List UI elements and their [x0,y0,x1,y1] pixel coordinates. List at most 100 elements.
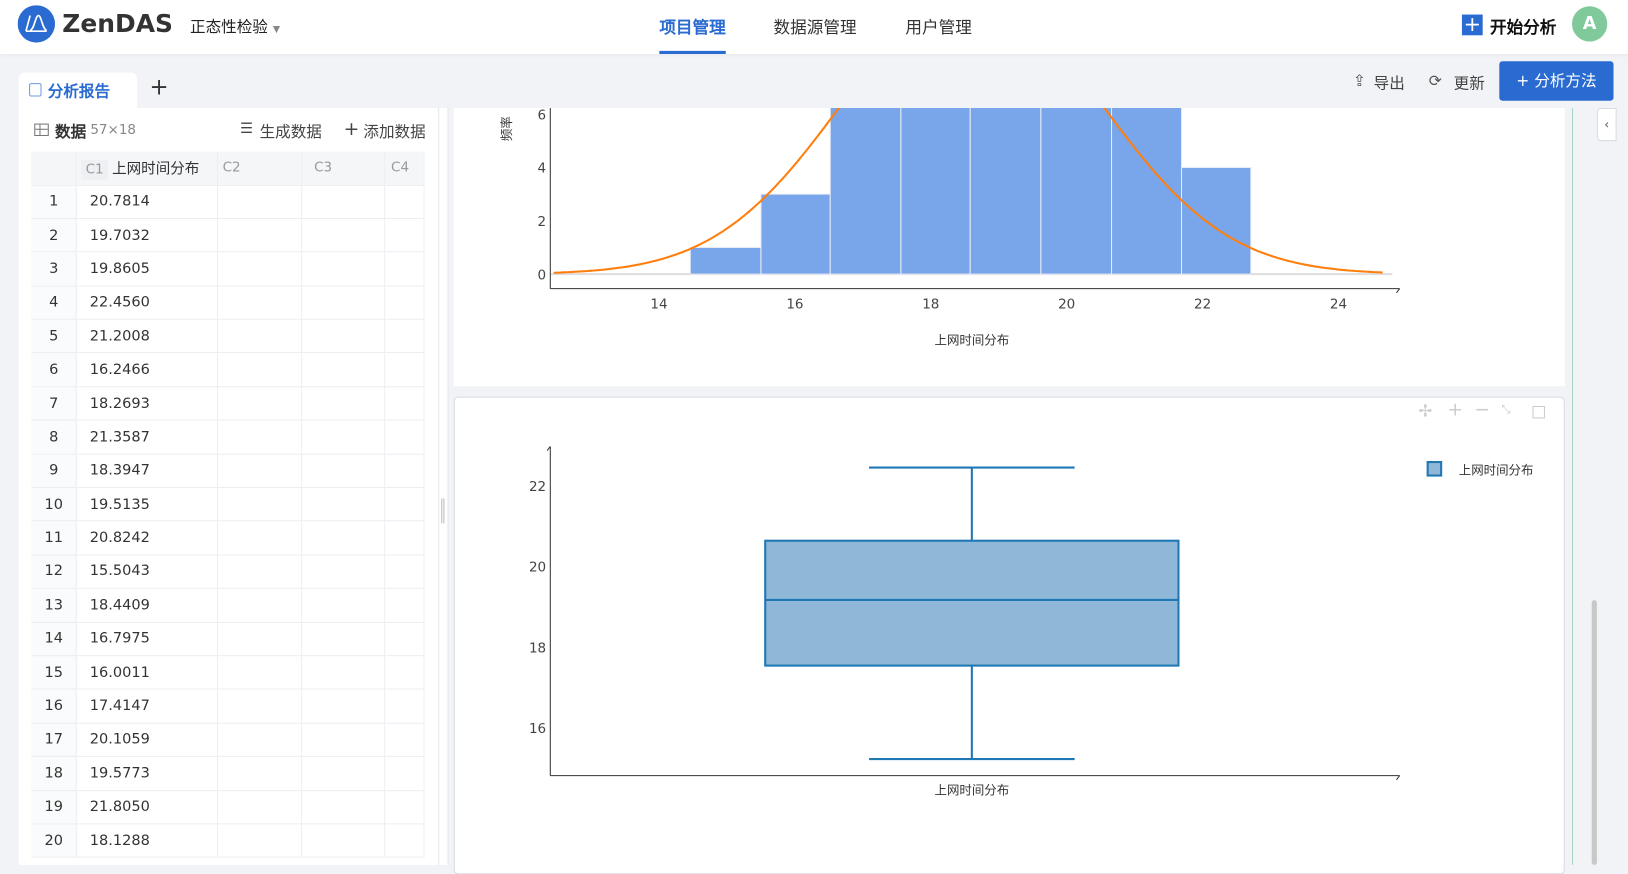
zoom-in-icon[interactable]: + [1447,399,1463,421]
column-header-c3[interactable]: C3 [301,151,385,186]
cell-c1[interactable]: 19.8605 [76,252,219,287]
table-row[interactable]: 7 18.2693 [31,386,425,421]
cell-c4[interactable] [384,352,425,388]
cell-c2[interactable] [217,588,302,623]
cell-c4[interactable] [384,588,425,623]
cell-c3[interactable] [301,386,385,421]
cell-c2[interactable] [217,218,302,253]
cell-c2[interactable] [217,453,302,489]
cell-c1[interactable]: 17.4147 [76,689,219,724]
cell-c2[interactable] [217,184,302,219]
zoom-out-icon[interactable]: − [1474,399,1490,421]
cell-c3[interactable] [301,588,385,623]
cell-c4[interactable] [384,722,425,758]
column-header-c4[interactable]: C4 [384,151,425,186]
cell-c3[interactable] [301,622,385,657]
table-row[interactable]: 8 21.3587 [31,420,425,455]
table-row[interactable]: 20 18.1288 [31,823,425,858]
cell-c3[interactable] [301,756,385,791]
cell-c2[interactable] [217,622,302,657]
cell-c3[interactable] [301,521,385,556]
cell-c2[interactable] [217,285,302,320]
table-row[interactable]: 14 16.7975 [31,622,425,657]
cell-c2[interactable] [217,386,302,421]
collapse-panel-button[interactable]: ‹ [1596,107,1617,142]
cell-c3[interactable] [301,184,385,219]
pan-icon[interactable]: ✢ [1418,401,1432,421]
cell-c1[interactable]: 16.2466 [76,352,219,388]
scrollbar-thumb[interactable] [1591,600,1597,865]
cell-c1[interactable]: 15.5043 [76,554,219,589]
cell-c4[interactable] [384,420,425,455]
add-analysis-method-button[interactable]: + 分析方法 [1499,61,1614,101]
cell-c2[interactable] [217,420,302,455]
cell-c3[interactable] [301,218,385,253]
cell-c3[interactable] [301,487,385,522]
cell-c1[interactable]: 16.7975 [76,622,219,657]
cell-c4[interactable] [384,453,425,489]
tab-analysis-report[interactable]: 分析报告 [18,72,138,108]
cell-c1[interactable]: 18.2693 [76,386,219,421]
table-row[interactable]: 17 20.1059 [31,722,425,758]
table-row[interactable]: 9 18.3947 [31,453,425,489]
table-row[interactable]: 2 19.7032 [31,218,425,253]
cell-c2[interactable] [217,756,302,791]
table-row[interactable]: 6 16.2466 [31,352,425,388]
cell-c3[interactable] [301,790,385,825]
cell-c2[interactable] [217,722,302,758]
cell-c4[interactable] [384,790,425,825]
cell-c3[interactable] [301,352,385,388]
cell-c4[interactable] [384,823,425,858]
cell-c4[interactable] [384,689,425,724]
cell-c3[interactable] [301,252,385,287]
cell-c4[interactable] [384,655,425,690]
cell-c1[interactable]: 19.5135 [76,487,219,522]
cell-c2[interactable] [217,823,302,858]
cell-c1[interactable]: 21.2008 [76,319,219,354]
table-row[interactable]: 15 16.0011 [31,655,425,690]
cell-c4[interactable] [384,184,425,219]
table-row[interactable]: 4 22.4560 [31,285,425,320]
cell-c4[interactable] [384,218,425,253]
cell-c2[interactable] [217,352,302,388]
user-avatar[interactable]: A [1571,6,1608,42]
nav-project-management[interactable]: 项目管理 [659,13,725,38]
cell-c3[interactable] [301,722,385,758]
cell-c2[interactable] [217,252,302,287]
project-selector[interactable]: 正态性检验 ▼ [190,16,280,38]
cell-c2[interactable] [217,790,302,825]
cell-c4[interactable] [384,487,425,522]
nav-datasource-management[interactable]: 数据源管理 [774,13,857,38]
data-grid[interactable]: C1 上网时间分布 C2 C3 C4 1 20.7814 2 19.7032 3 19.8… [31,151,425,865]
add-tab-button[interactable]: + [150,75,169,101]
cell-c1[interactable]: 21.3587 [76,420,219,455]
cell-c2[interactable] [217,554,302,589]
table-row[interactable]: 18 19.5773 [31,756,425,791]
table-row[interactable]: 11 20.8242 [31,521,425,556]
table-row[interactable]: 19 21.8050 [31,790,425,825]
cell-c4[interactable] [384,319,425,354]
cell-c4[interactable] [384,622,425,657]
cell-c4[interactable] [384,756,425,791]
cell-c3[interactable] [301,285,385,320]
cell-c4[interactable] [384,285,425,320]
table-row[interactable]: 1 20.7814 [31,184,425,219]
cell-c1[interactable]: 20.1059 [76,722,219,758]
cell-c4[interactable] [384,386,425,421]
cell-c2[interactable] [217,521,302,556]
table-row[interactable]: 16 17.4147 [31,689,425,724]
cell-c1[interactable]: 19.7032 [76,218,219,253]
cell-c4[interactable] [384,554,425,589]
cell-c1[interactable]: 20.8242 [76,521,219,556]
cell-c1[interactable]: 18.1288 [76,823,219,858]
cell-c3[interactable] [301,453,385,489]
reset-zoom-icon[interactable]: ⤡ [1501,403,1510,418]
cell-c2[interactable] [217,319,302,354]
cell-c1[interactable]: 18.3947 [76,453,219,489]
edit-icon[interactable] [1532,405,1545,419]
cell-c3[interactable] [301,655,385,690]
table-row[interactable]: 10 19.5135 [31,487,425,522]
cell-c2[interactable] [217,487,302,522]
table-row[interactable]: 3 19.8605 [31,252,425,287]
cell-c1[interactable]: 19.5773 [76,756,219,791]
